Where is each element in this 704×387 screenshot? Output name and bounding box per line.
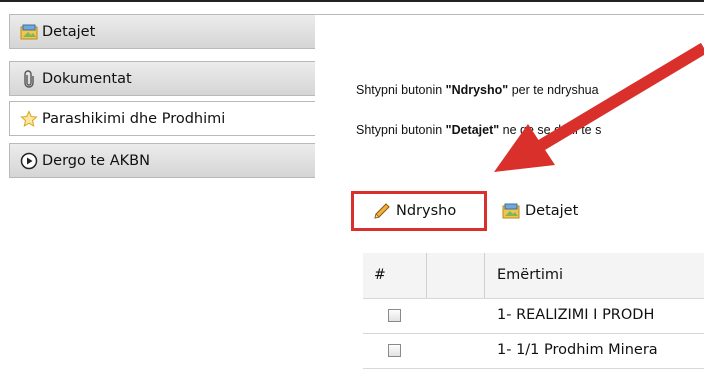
details-button-label: Detajet bbox=[525, 203, 579, 219]
edit-button-label: Ndrysho bbox=[396, 203, 457, 219]
sidebar-item-dokumentat[interactable]: Dokumentat bbox=[9, 61, 315, 96]
edit-button[interactable]: Ndrysho bbox=[351, 191, 487, 231]
pencil-icon bbox=[372, 201, 392, 221]
play-circle-icon bbox=[20, 152, 38, 170]
top-rule bbox=[0, 0, 704, 2]
sidebar-item-label: Detajet bbox=[42, 23, 96, 40]
column-divider bbox=[484, 253, 485, 298]
table-row[interactable]: 1- 1/1 Prodhim Minera bbox=[363, 334, 704, 369]
details-icon bbox=[501, 201, 521, 221]
sidebar-item-label: Dokumentat bbox=[42, 70, 132, 87]
column-header-number: # bbox=[374, 267, 386, 283]
details-button[interactable]: Detajet bbox=[496, 191, 608, 231]
details-icon bbox=[20, 23, 38, 41]
star-icon bbox=[20, 109, 38, 128]
instruction-line-2: Shtypni butonin "Detajet" ne qe se doni … bbox=[356, 123, 602, 137]
row-checkbox[interactable] bbox=[388, 309, 401, 322]
table-row[interactable]: 1- REALIZIMI I PRODH bbox=[363, 299, 704, 334]
column-header-name[interactable]: Emërtimi bbox=[497, 267, 563, 283]
paperclip-icon bbox=[20, 69, 38, 88]
sidebar-item-label: Parashikimi dhe Prodhimi bbox=[42, 110, 226, 127]
sidebar-item-detajet[interactable]: Detajet bbox=[9, 14, 315, 49]
sidebar-item-label: Dergo te AKBN bbox=[42, 152, 150, 169]
row-name: 1- REALIZIMI I PRODH bbox=[497, 307, 655, 323]
column-divider bbox=[426, 253, 427, 298]
instruction-line-1: Shtypni butonin "Ndrysho" per te ndryshu… bbox=[356, 83, 599, 97]
sidebar-item-parashikimi[interactable]: Parashikimi dhe Prodhimi bbox=[9, 101, 315, 136]
content-top-border bbox=[314, 14, 704, 15]
row-checkbox[interactable] bbox=[388, 344, 401, 357]
row-name: 1- 1/1 Prodhim Minera bbox=[497, 342, 658, 358]
table-header: # Emërtimi bbox=[363, 253, 704, 299]
sidebar-item-dergo[interactable]: Dergo te AKBN bbox=[9, 143, 315, 178]
